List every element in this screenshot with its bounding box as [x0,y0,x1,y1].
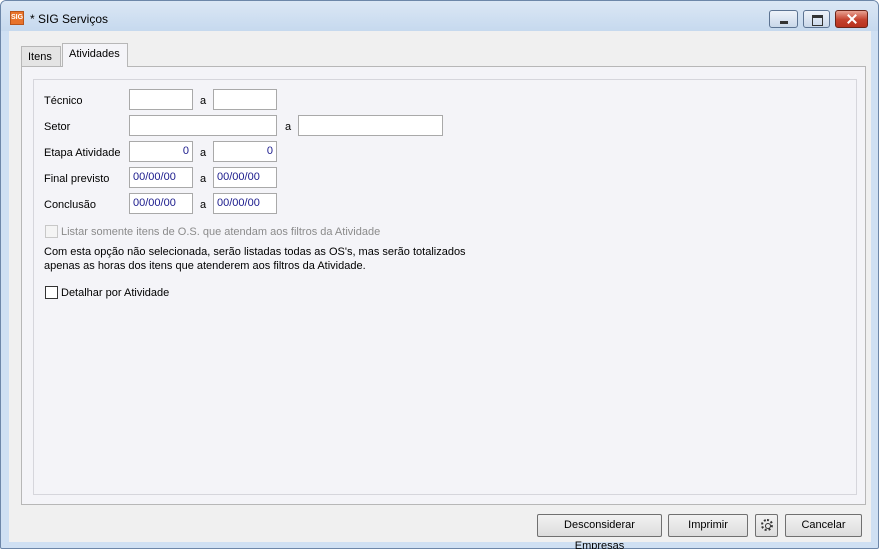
info-text-line2: apenas as horas dos itens que atenderem … [44,260,366,272]
final-previsto-range-separator: a [200,173,207,185]
app-window: SIG * SIG Serviços Itens Atividades Técn… [0,0,879,549]
tecnico-to-input[interactable] [213,89,277,110]
listar-checkbox-label: Listar somente itens de O.S. que atendam… [61,226,381,238]
final-previsto-to-input[interactable]: 00/00/00 [213,167,277,188]
window-title: * SIG Serviços [30,12,109,26]
minimize-button[interactable] [769,10,798,28]
sig-app-icon: SIG [10,11,24,25]
etapa-label: Etapa Atividade [44,147,121,159]
etapa-from-input[interactable]: 0 [129,141,193,162]
title-bar[interactable]: SIG * SIG Serviços [1,1,878,31]
tab-itens[interactable]: Itens [21,46,61,66]
setor-from-input[interactable] [129,115,277,136]
setor-range-separator: a [285,121,292,133]
conclusao-from-input[interactable]: 00/00/00 [129,193,193,214]
client-area: Itens Atividades Técnico a Setor a Etapa… [9,31,871,549]
tab-atividades[interactable]: Atividades [62,43,128,67]
tecnico-range-separator: a [200,95,207,107]
conclusao-to-input[interactable]: 00/00/00 [213,193,277,214]
imprimir-button[interactable]: Imprimir [668,514,748,537]
etapa-to-input[interactable]: 0 [213,141,277,162]
maximize-button[interactable] [803,10,830,28]
settings-button[interactable] [755,514,778,537]
info-text-line1: Com esta opção não selecionada, serão li… [44,246,466,258]
cancelar-button[interactable]: Cancelar [785,514,862,537]
setor-label: Setor [44,121,71,133]
filters-group: Técnico a Setor a Etapa Atividade 0 a 0 … [33,79,857,495]
listar-checkbox[interactable] [45,225,58,238]
close-button[interactable] [835,10,868,28]
tecnico-from-input[interactable] [129,89,193,110]
final-previsto-from-input[interactable]: 00/00/00 [129,167,193,188]
final-previsto-label: Final previsto [44,173,110,185]
conclusao-range-separator: a [200,199,207,211]
tecnico-label: Técnico [44,95,83,107]
conclusao-label: Conclusão [44,199,96,211]
setor-to-input[interactable] [298,115,443,136]
etapa-range-separator: a [200,147,207,159]
gear-icon [761,519,773,531]
detalhar-checkbox[interactable] [45,286,58,299]
detalhar-checkbox-label: Detalhar por Atividade [61,287,170,299]
desconsiderar-empresas-button[interactable]: Desconsiderar Empresas [537,514,662,549]
tab-panel-atividades: Técnico a Setor a Etapa Atividade 0 a 0 … [21,66,866,505]
